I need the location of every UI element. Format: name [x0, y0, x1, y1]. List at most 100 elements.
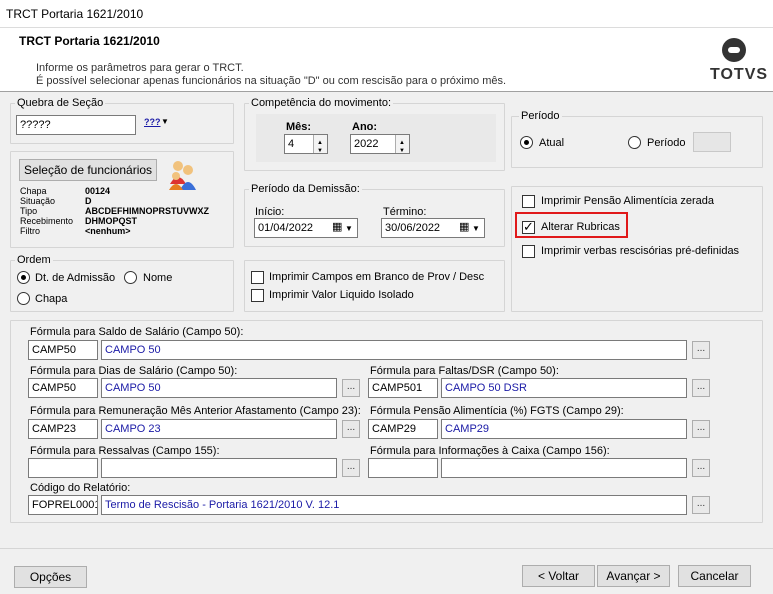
ordem-admissao-label: Dt. de Admissão: [35, 272, 116, 284]
ordem-chapa-label: Chapa: [35, 293, 68, 305]
pensao-desc-input[interactable]: CAMP29: [441, 419, 687, 439]
mes-label: Mês:: [286, 121, 312, 133]
opcoes-button[interactable]: Opções: [14, 566, 87, 588]
summary-value: D: [85, 196, 92, 206]
remuneracao-code-input[interactable]: CAMP23: [28, 419, 98, 439]
faltas-label: Fórmula para Faltas/DSR (Campo 50):: [370, 365, 559, 377]
dropdown-arrow-icon: ▼: [161, 117, 169, 126]
summary-value: DHMOPQST: [85, 216, 138, 226]
voltar-button[interactable]: < Voltar: [522, 565, 595, 587]
summary-key: Tipo: [20, 206, 38, 216]
footer-divider: [0, 548, 773, 549]
termino-label: Término:: [383, 206, 427, 218]
saldo-code-input[interactable]: CAMP50: [28, 340, 98, 360]
ordem-radio-admissao[interactable]: [17, 271, 30, 284]
ano-label: Ano:: [352, 121, 378, 133]
ordem-radio-nome[interactable]: [124, 271, 137, 284]
caixa-code-input[interactable]: [368, 458, 438, 478]
summary-value: <nenhum>: [85, 226, 131, 236]
ordem-radio-chapa[interactable]: [17, 292, 30, 305]
relatorio-code-input[interactable]: FOPREL0001: [28, 495, 98, 515]
termino-value: 30/06/2022: [385, 222, 441, 234]
alterar-rubricas-checkbox[interactable]: [522, 219, 535, 235]
window-titlebar: TRCT Portaria 1621/2010: [0, 0, 773, 28]
mes-spinner[interactable]: ▲ ▼: [313, 135, 327, 153]
calendar-icon[interactable]: ▦ ▼: [456, 219, 484, 237]
remuneracao-browse-button[interactable]: ...: [342, 420, 360, 438]
ordem-nome-label: Nome: [143, 272, 173, 284]
periodo-atual-label: Atual: [539, 137, 565, 149]
dias-code-input[interactable]: CAMP50: [28, 378, 98, 398]
ressalvas-code-input[interactable]: [28, 458, 98, 478]
avancar-button[interactable]: Avançar >: [597, 565, 670, 587]
summary-key: Situação: [20, 196, 56, 206]
summary-key: Chapa: [20, 186, 47, 196]
ordem-label: Ordem: [15, 254, 53, 266]
relatorio-desc-input[interactable]: Termo de Rescisão - Portaria 1621/2010 V…: [101, 495, 687, 515]
lookup-icon: ???: [144, 117, 161, 127]
relatorio-label: Código do Relatório:: [30, 482, 131, 494]
quebra-secao-input[interactable]: ?????: [16, 115, 136, 135]
valor-liquido-label: Imprimir Valor Liquido Isolado: [269, 289, 414, 301]
summary-value: 00124: [85, 186, 111, 196]
ano-input[interactable]: 2022 ▲ ▼: [350, 134, 410, 154]
faltas-code-input[interactable]: CAMP501: [368, 378, 438, 398]
ressalvas-browse-button[interactable]: ...: [342, 459, 360, 477]
caixa-label: Fórmula para Informações à Caixa (Campo …: [370, 445, 610, 457]
totvs-logo-icon: [722, 38, 746, 62]
ano-value: 2022: [354, 138, 379, 150]
campos-branco-checkbox[interactable]: [251, 271, 264, 284]
dias-desc-input[interactable]: CAMPO 50: [101, 378, 337, 398]
remuneracao-desc-input[interactable]: CAMPO 23: [101, 419, 337, 439]
calendar-icon[interactable]: ▦ ▼: [329, 219, 357, 237]
relatorio-browse-button[interactable]: ...: [692, 496, 710, 514]
saldo-desc-input[interactable]: CAMPO 50: [101, 340, 687, 360]
remuneracao-label: Fórmula para Remuneração Mês Anterior Af…: [30, 405, 361, 417]
competencia-label: Competência do movimento:: [249, 97, 394, 109]
dias-label: Fórmula para Dias de Salário (Campo 50):: [30, 365, 238, 377]
description-line-1: Informe os parâmetros para gerar o TRCT.: [36, 62, 244, 74]
quebra-secao-lookup-button[interactable]: ??? ▼: [144, 117, 169, 131]
selecao-funcionarios-button[interactable]: Seleção de funcionários: [19, 159, 157, 181]
dias-browse-button[interactable]: ...: [342, 379, 360, 397]
ressalvas-label: Fórmula para Ressalvas (Campo 155):: [30, 445, 220, 457]
mes-input[interactable]: 4 ▲ ▼: [284, 134, 328, 154]
faltas-browse-button[interactable]: ...: [692, 379, 710, 397]
pensao-zerada-checkbox[interactable]: [522, 195, 535, 208]
periodo-label: Período: [519, 110, 562, 122]
periodo-input[interactable]: [693, 132, 731, 152]
periodo-radio-atual[interactable]: [520, 136, 533, 149]
saldo-browse-button[interactable]: ...: [692, 341, 710, 359]
faltas-desc-input[interactable]: CAMPO 50 DSR: [441, 378, 687, 398]
window-title: TRCT Portaria 1621/2010: [6, 7, 144, 21]
caixa-desc-input[interactable]: [441, 458, 687, 478]
saldo-label: Fórmula para Saldo de Salário (Campo 50)…: [30, 326, 244, 338]
periodo-radio-periodo[interactable]: [628, 136, 641, 149]
ano-spinner[interactable]: ▲ ▼: [395, 135, 409, 153]
totvs-logo: TOTVS: [710, 66, 769, 83]
pensao-zerada-label: Imprimir Pensão Alimentícia zerada: [541, 195, 715, 207]
verbas-checkbox[interactable]: [522, 245, 535, 258]
caixa-browse-button[interactable]: ...: [692, 459, 710, 477]
verbas-label: Imprimir verbas rescisórias pré-definida…: [541, 245, 740, 257]
page-title: TRCT Portaria 1621/2010: [19, 34, 160, 48]
pensao-browse-button[interactable]: ...: [692, 420, 710, 438]
ressalvas-desc-input[interactable]: [101, 458, 337, 478]
periodo-periodo-label: Período: [647, 137, 686, 149]
pensao-label: Fórmula Pensão Alimentícia (%) FGTS (Cam…: [370, 405, 624, 417]
inicio-value: 01/04/2022: [258, 222, 314, 234]
summary-key: Recebimento: [20, 216, 74, 226]
termino-date-input[interactable]: 30/06/2022 ▦ ▼: [381, 218, 485, 238]
cancelar-button[interactable]: Cancelar: [678, 565, 751, 587]
inicio-date-input[interactable]: 01/04/2022 ▦ ▼: [254, 218, 358, 238]
valor-liquido-checkbox[interactable]: [251, 289, 264, 302]
imprimir-group: [244, 260, 505, 312]
demissao-label: Período da Demissão:: [249, 183, 362, 195]
alterar-rubricas-label: Alterar Rubricas: [541, 221, 620, 233]
mes-value: 4: [288, 138, 295, 150]
selecao-summary: Chapa 00124 Situação D Tipo ABCDEFHIMNOP…: [20, 186, 232, 236]
summary-value: ABCDEFHIMNOPRSTUVWXZ: [85, 206, 209, 216]
wizard-header: TRCT Portaria 1621/2010 Informe os parâm…: [0, 28, 773, 92]
quebra-secao-label: Quebra de Seção: [15, 97, 106, 109]
pensao-code-input[interactable]: CAMP29: [368, 419, 438, 439]
